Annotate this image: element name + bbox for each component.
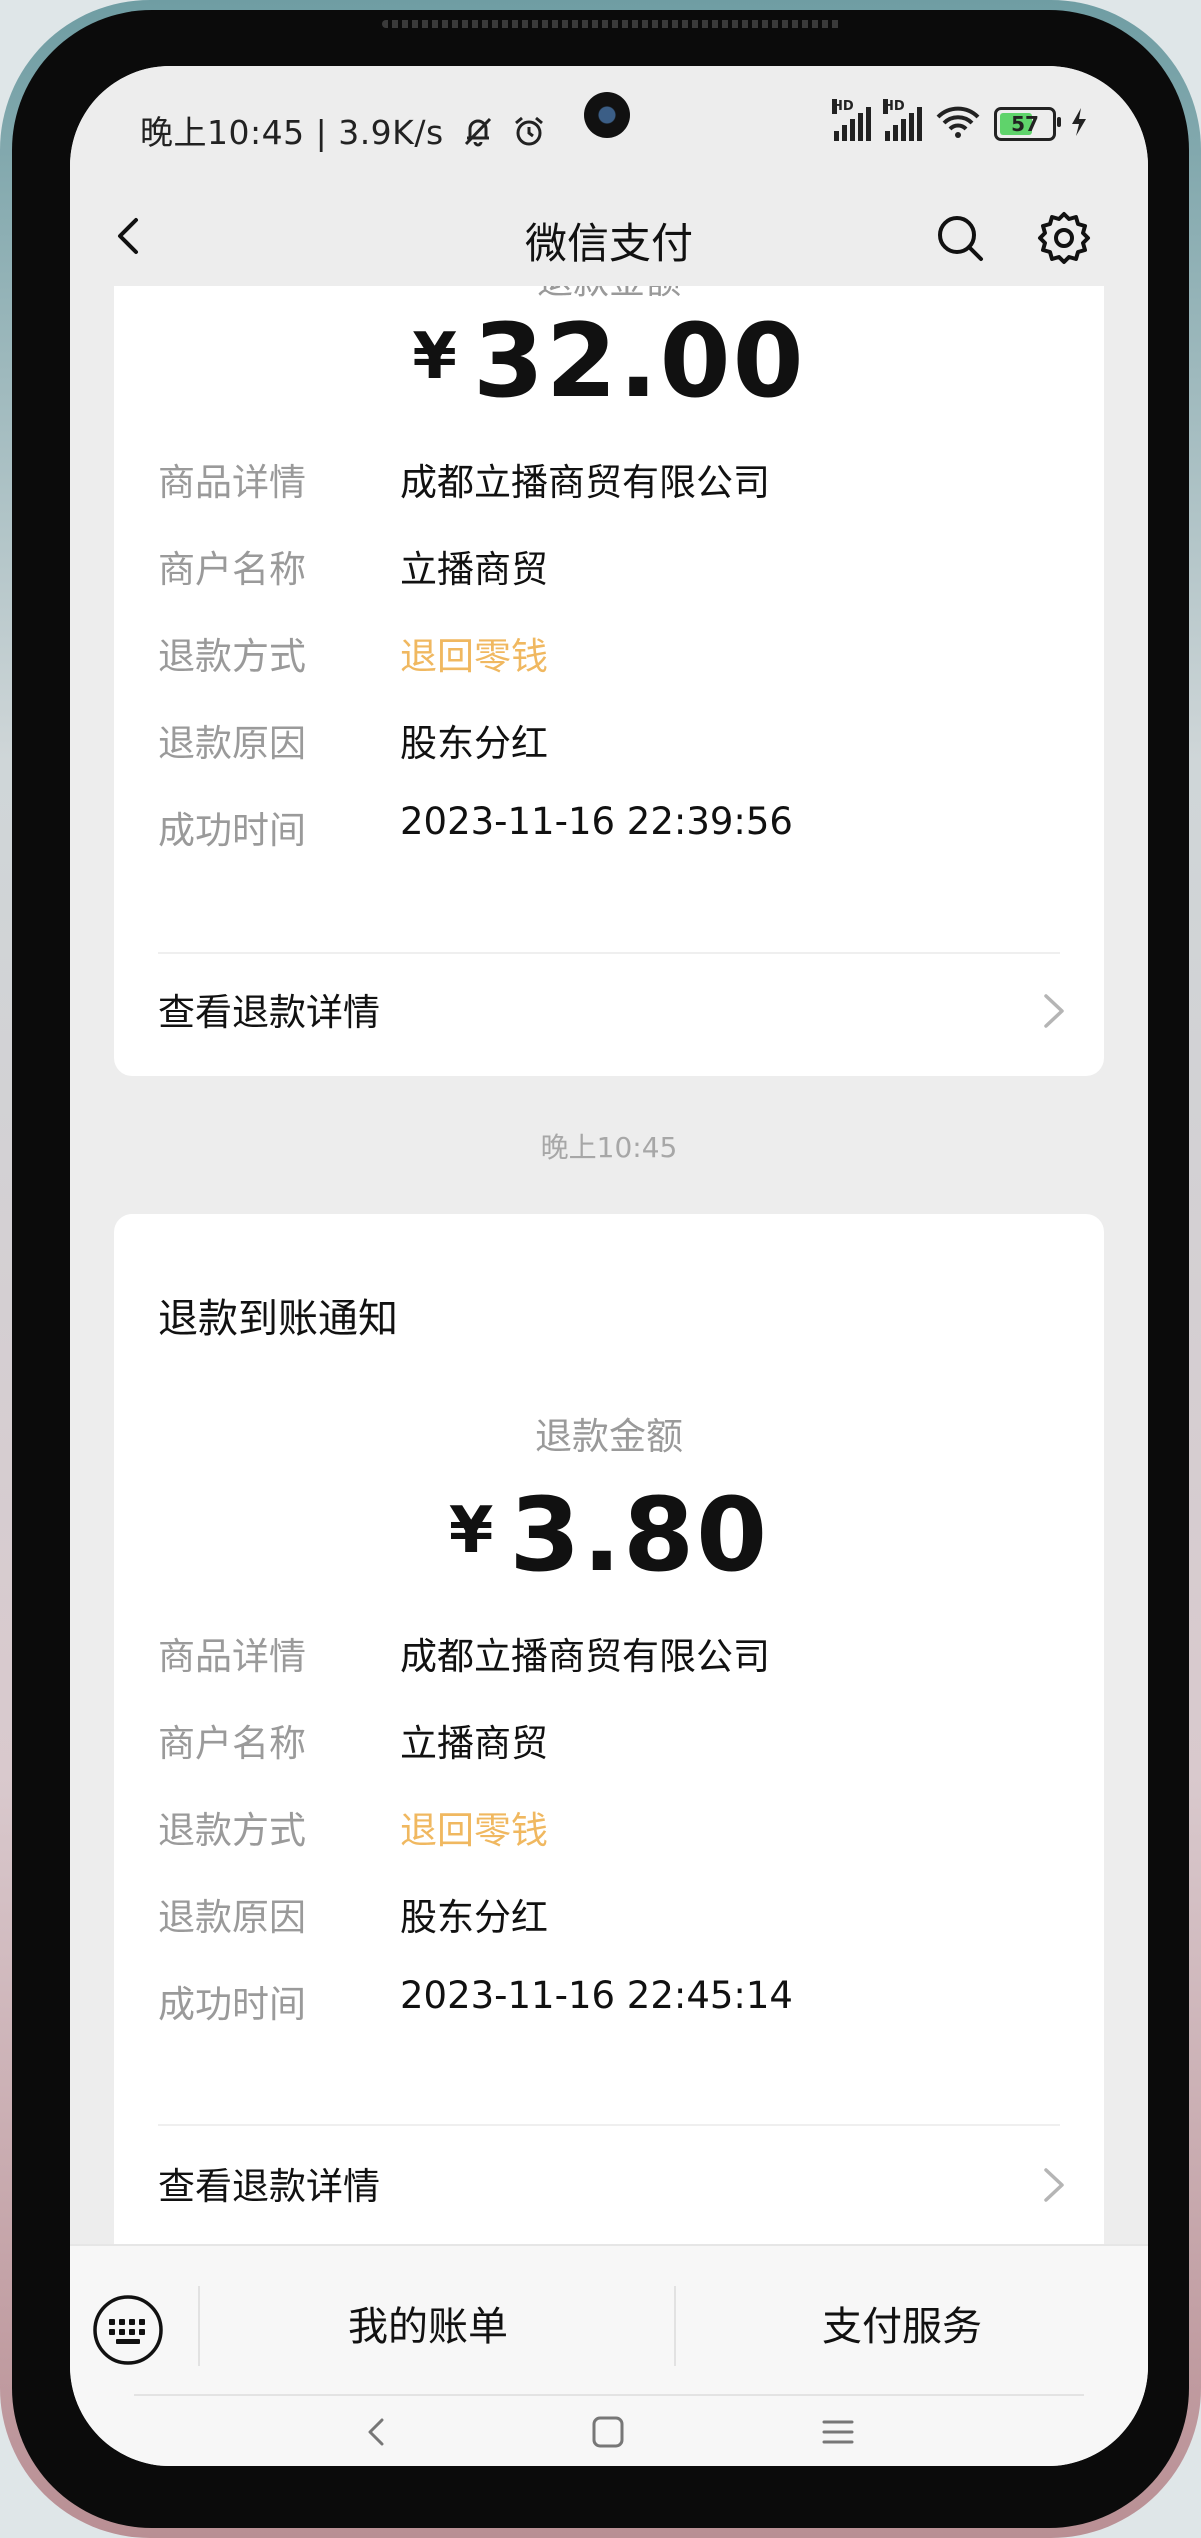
detail-link-label: 查看退款详情 [158,2165,380,2208]
wifi-icon [936,105,980,143]
view-refund-detail-link[interactable]: 查看退款详情 [158,976,1074,1046]
info-row: 成功时间 2023-11-16 22:45:14 [158,1974,1058,2034]
divider [158,2124,1060,2126]
alarm-icon [512,114,546,156]
status-bar: 晚上10:45 | 3.9K/s HD HD 57 [70,66,1148,186]
info-key: 退款方式 [158,1809,306,1852]
info-row: 退款原因 股东分红 [158,713,1058,773]
signal-2-icon: HD [883,99,922,141]
info-row: 商品详情 成都立播商贸有限公司 [158,452,1058,512]
status-time-speed: 晚上10:45 | 3.9K/s [140,113,444,152]
status-right: HD HD 57 [832,99,1088,146]
amount-value: 3.80 [509,1476,770,1595]
info-key: 退款方式 [158,635,306,678]
settings-button[interactable] [1034,208,1094,268]
divider [158,952,1060,954]
nav-menu-icon [822,2420,854,2444]
info-row: 退款方式 退回零钱 [158,1800,1058,1860]
refund-amount: ¥3.80 [114,1476,1104,1595]
info-key: 商品详情 [158,1635,306,1678]
info-value: 2023-11-16 22:45:14 [400,1974,793,2017]
info-value: 退回零钱 [400,1809,548,1852]
message-timestamp: 晚上10:45 [540,1131,678,1164]
screen: 晚上10:45 | 3.9K/s HD HD 57 微信支付 ¥ 32.00 商… [70,66,1148,2466]
info-row: 商户名称 立播商贸 [158,539,1058,599]
mute-bell-icon [461,114,495,156]
info-value: 成都立播商贸有限公司 [400,1635,770,1678]
refund-card-1: 退款金额 ¥32.00 商品详情 成都立播商贸有限公司 商户名称 立播商贸 退款… [114,286,1104,1076]
battery-level: 57 [1011,112,1039,136]
hd-label-2: HD [883,99,905,114]
system-nav-bar [70,2394,1148,2466]
bottom-menu-bar: 我的账单 支付服务 [70,2244,1148,2396]
info-value: 股东分红 [400,722,548,765]
info-value: 成都立播商贸有限公司 [400,461,770,504]
info-key: 成功时间 [158,1983,306,2026]
nav-back-button[interactable] [358,2412,398,2452]
hd-label-1: HD [832,99,854,114]
info-row: 商户名称 立播商贸 [158,1713,1058,1773]
nav-back-icon [368,2418,384,2446]
currency-symbol: ¥ [412,320,457,394]
search-button[interactable] [930,208,990,268]
amount-label: 退款金额 [535,1415,683,1458]
info-value: 退回零钱 [400,635,548,678]
info-key: 成功时间 [158,809,306,852]
refund-amount: ¥32.00 [114,302,1104,421]
info-row: 退款方式 退回零钱 [158,626,1058,686]
gear-icon [1038,212,1090,264]
info-key: 退款原因 [158,1896,306,1939]
info-row: 成功时间 2023-11-16 22:39:56 [158,800,1058,860]
amount-value: 32.00 [472,302,806,421]
nav-divider [134,2394,1084,2396]
message-list[interactable]: 退款金额 ¥32.00 商品详情 成都立播商贸有限公司 商户名称 立播商贸 退款… [70,286,1148,2244]
chevron-right-icon [1044,994,1064,1028]
search-icon [938,216,983,261]
info-value: 股东分红 [400,1896,548,1939]
nav-home-icon [592,2416,624,2448]
info-value: 2023-11-16 22:39:56 [400,800,793,843]
nav-home-button[interactable] [588,2412,628,2452]
detail-link-label: 查看退款详情 [158,991,380,1034]
info-key: 商户名称 [158,548,306,591]
view-refund-detail-link[interactable]: 查看退款详情 [158,2150,1074,2220]
info-key: 商户名称 [158,1722,306,1765]
info-value: 立播商贸 [400,548,548,591]
nav-menu-button[interactable] [818,2412,858,2452]
my-bill-tab[interactable]: 我的账单 [348,2294,508,2352]
refund-card-2: 退款到账通知 退款金额 ¥3.80 商品详情 成都立播商贸有限公司 商户名称 立… [114,1214,1104,2244]
info-value: 立播商贸 [400,1722,548,1765]
front-camera [584,92,630,138]
info-row: 退款原因 股东分红 [158,1887,1058,1947]
info-key: 商品详情 [158,461,306,504]
keyboard-toggle-button[interactable] [92,2294,164,2366]
speaker-grille [382,20,842,28]
notice-title: 退款到账通知 [158,1296,398,1342]
signal-1-icon: HD [832,99,871,141]
app-header: 微信支付 [70,186,1148,286]
info-row: 商品详情 成都立播商贸有限公司 [158,1626,1058,1686]
currency-symbol: ¥ [448,1494,494,1568]
info-key: 退款原因 [158,722,306,765]
payment-service-tab[interactable]: 支付服务 [822,2294,982,2352]
keyboard-icon [93,2295,163,2365]
separator [198,2286,200,2366]
separator [674,2286,676,2366]
battery-icon: 57 [994,107,1061,141]
phone-body: 晚上10:45 | 3.9K/s HD HD 57 微信支付 ¥ 32.00 商… [0,0,1201,2538]
status-left: 晚上10:45 | 3.9K/s [140,106,546,156]
charging-icon [1070,107,1088,141]
chevron-right-icon [1044,2168,1064,2202]
phone-frame: 晚上10:45 | 3.9K/s HD HD 57 微信支付 ¥ 32.00 商… [12,10,1189,2528]
